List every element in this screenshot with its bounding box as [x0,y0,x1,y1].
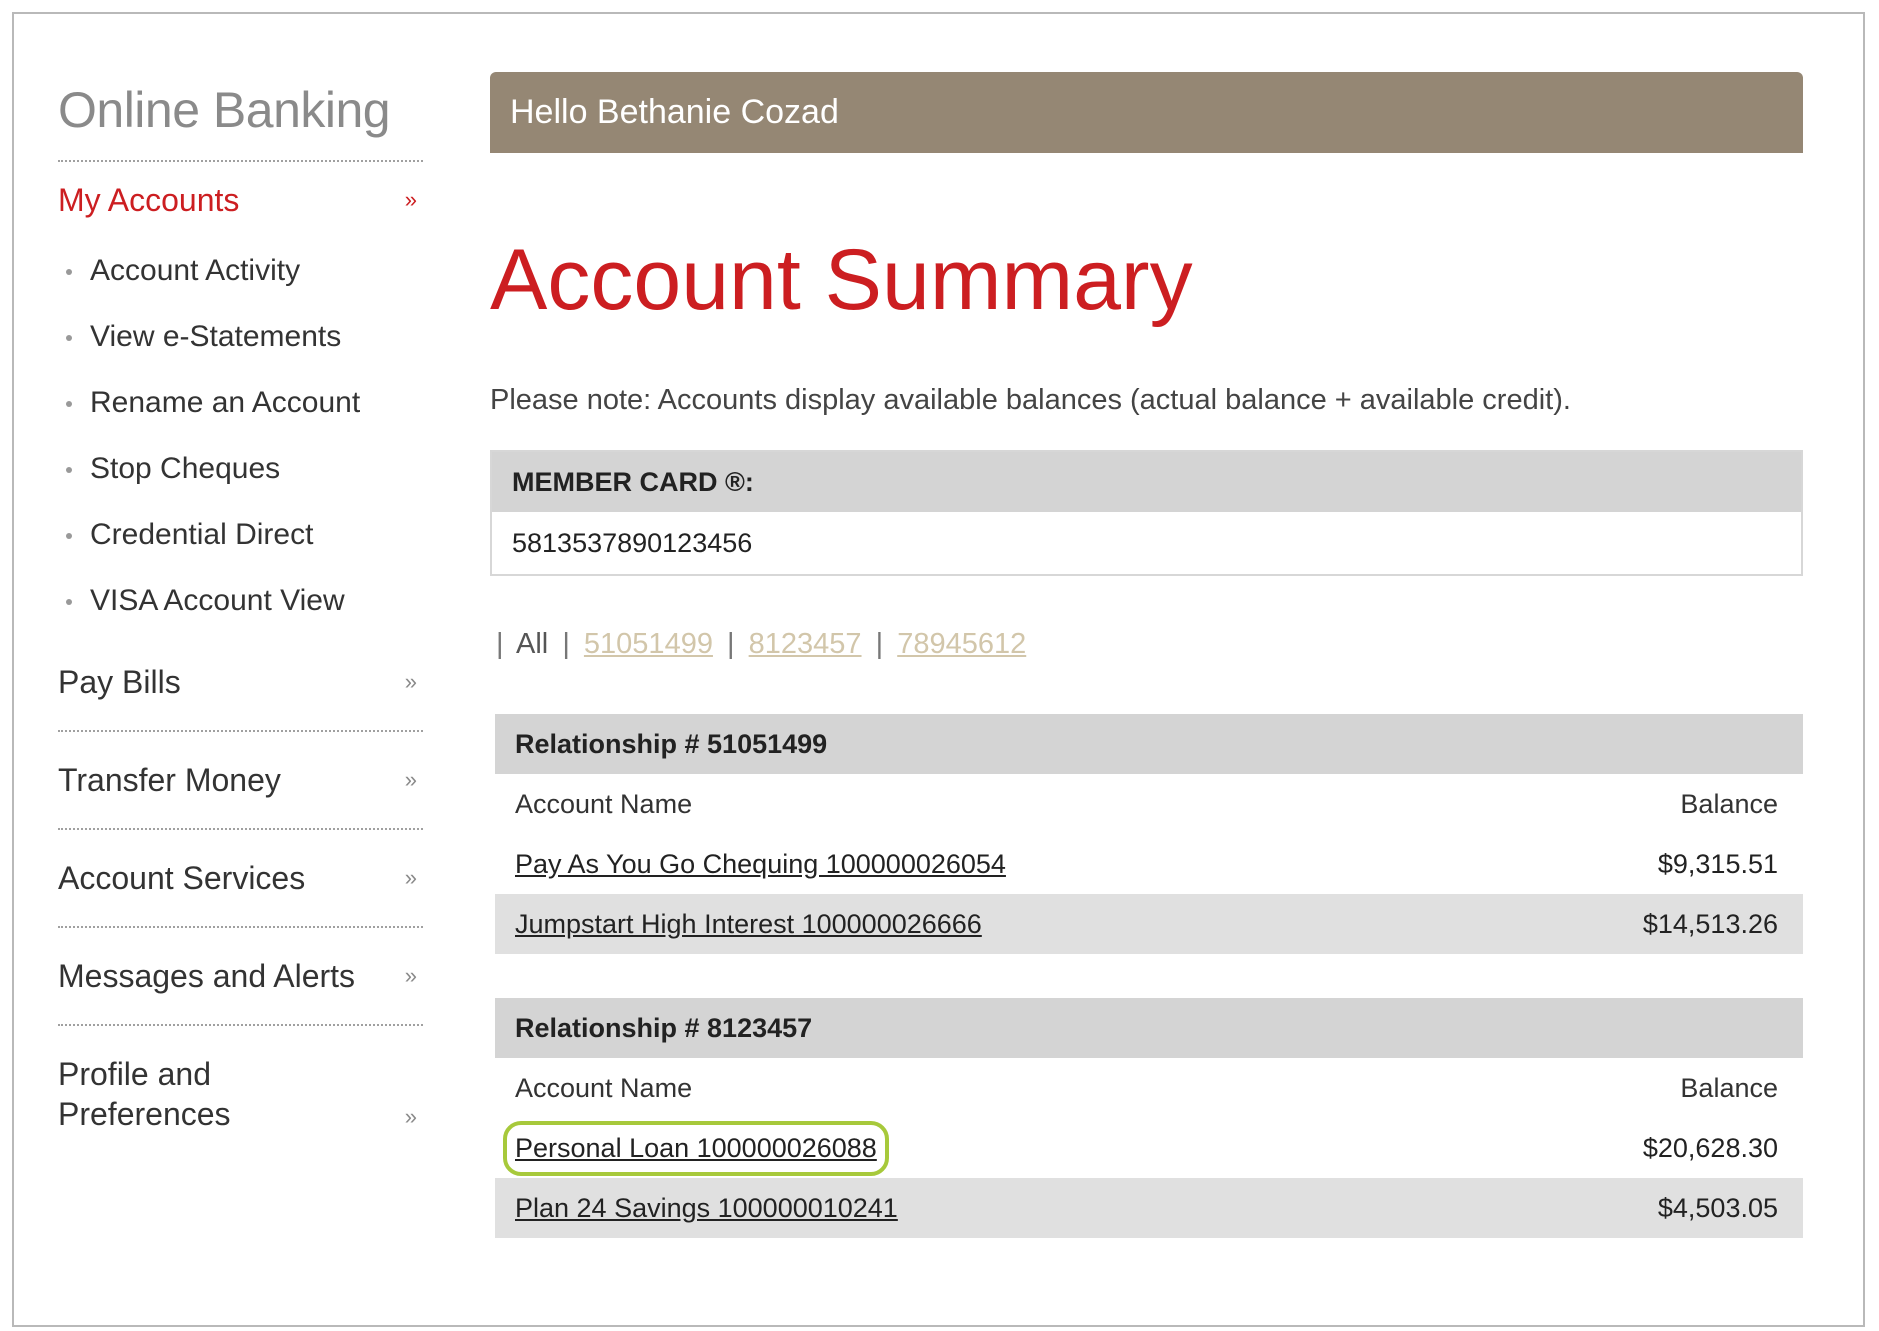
sidebar-item-label: Rename an Account [90,386,361,419]
nav-profile-line2: Preferences [58,1096,231,1132]
bullet-icon [66,599,72,606]
sidebar-item-account-activity[interactable]: Account Activity [58,238,423,304]
filter-separator: | [496,628,504,660]
bullet-icon [66,467,72,474]
filter-link-8123457[interactable]: 8123457 [749,628,862,660]
bullet-icon [66,335,72,342]
account-link[interactable]: Plan 24 Savings 100000010241 [515,1193,898,1224]
account-link-highlighted[interactable]: Personal Loan 100000026088 [503,1120,889,1176]
greeting-bar: Hello Bethanie Cozad [490,72,1803,153]
filter-link-51051499[interactable]: 51051499 [584,628,713,660]
account-balance: $9,315.51 [1657,848,1778,879]
nav-profile-line1: Profile and [58,1056,211,1092]
account-balance: $4,503.05 [1657,1192,1778,1223]
nav-messages-alerts-label: Messages and Alerts [58,957,356,994]
nav-my-accounts-label: My Accounts [58,181,240,218]
main-content: Hello Bethanie Cozad Account Summary Ple… [490,72,1803,1238]
nav-transfer-money-label: Transfer Money [58,761,281,798]
filter-separator: | [562,628,570,660]
bullet-icon [66,269,72,276]
account-link[interactable]: Pay As You Go Chequing 100000026054 [515,849,1006,880]
sidebar-item-rename-account[interactable]: Rename an Account [58,370,423,436]
account-balance: $14,513.26 [1642,908,1778,939]
nav-my-accounts[interactable]: My Accounts » [58,162,423,238]
account-link[interactable]: Jumpstart High Interest 100000026666 [515,909,982,940]
chevron-right-icon: » [404,669,417,694]
filter-separator: | [727,628,735,660]
table-row: Jumpstart High Interest 100000026666 $14… [495,894,1803,954]
sidebar-item-label: Account Activity [90,254,301,287]
nav-account-services-label: Account Services [58,859,306,896]
chevron-right-icon: » [404,767,417,792]
table-row: Personal Loan 100000026088 $20,628.30 [495,1118,1803,1178]
filter-link-78945612[interactable]: 78945612 [897,628,1026,660]
relationship-filter: | All | 51051499 | 8123457 | 78945612 [490,624,1803,664]
sidebar-item-label: View e-Statements [90,320,342,353]
table-header-row: Account Name Balance [495,774,1803,834]
balance-note: Please note: Accounts display available … [490,384,1571,416]
column-account-name: Account Name [515,1072,693,1103]
relationship-table: Relationship # 51051499 Account Name Bal… [495,714,1803,954]
column-balance: Balance [1680,788,1778,819]
nav-pay-bills[interactable]: Pay Bills » [58,634,423,730]
table-header-row: Account Name Balance [495,1058,1803,1118]
sidebar: Online Banking My Accounts » Account Act… [58,80,423,1134]
sidebar-item-visa-account-view[interactable]: VISA Account View [58,568,423,634]
sidebar-item-credential-direct[interactable]: Credential Direct [58,502,423,568]
chevron-right-icon: » [404,1104,417,1129]
table-row: Plan 24 Savings 100000010241 $4,503.05 [495,1178,1803,1238]
bullet-icon [66,401,72,408]
sidebar-item-label: Credential Direct [90,518,314,551]
relationship-title: Relationship # 8123457 [495,998,1803,1058]
brand-title: Online Banking [58,82,391,138]
sidebar-item-label: VISA Account View [90,584,345,617]
nav-profile-label: Profile and Preferences [58,1054,231,1134]
table-row: Pay As You Go Chequing 100000026054 $9,3… [495,834,1803,894]
chevron-right-icon: » [404,187,417,212]
member-card-label: MEMBER CARD ®: [492,452,1801,512]
nav-account-services[interactable]: Account Services » [58,830,423,926]
filter-separator: | [875,628,884,660]
filter-all[interactable]: All [516,628,548,660]
account-balance: $20,628.30 [1642,1132,1778,1163]
sidebar-item-label: Stop Cheques [90,452,281,485]
nav-pay-bills-label: Pay Bills [58,663,181,700]
chevron-right-icon: » [404,963,417,988]
sidebar-item-view-estatements[interactable]: View e-Statements [58,304,423,370]
nav-profile-preferences[interactable]: Profile and Preferences » [58,1026,423,1134]
member-card-box: MEMBER CARD ®: 5813537890123456 [490,450,1803,576]
column-account-name: Account Name [515,788,693,819]
relationship-table: Relationship # 8123457 Account Name Bala… [495,998,1803,1238]
column-balance: Balance [1680,1072,1778,1103]
member-card-number: 5813537890123456 [512,528,753,558]
sidebar-item-stop-cheques[interactable]: Stop Cheques [58,436,423,502]
my-accounts-submenu: Account Activity View e-Statements Renam… [58,238,423,634]
chevron-right-icon: » [404,865,417,890]
bullet-icon [66,533,72,540]
nav-transfer-money[interactable]: Transfer Money » [58,732,423,828]
page-title: Account Summary [490,232,1193,328]
relationship-title: Relationship # 51051499 [495,714,1803,774]
nav-messages-alerts[interactable]: Messages and Alerts » [58,928,423,1024]
